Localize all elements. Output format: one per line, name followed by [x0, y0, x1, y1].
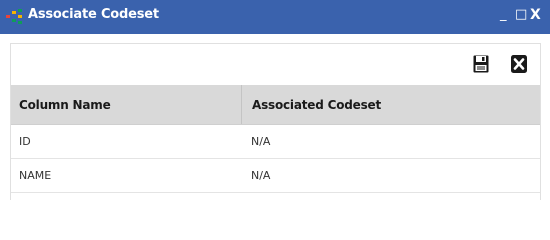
cell-associated-codeset[interactable]: N/A [241, 125, 540, 158]
close-box-icon[interactable] [511, 55, 527, 73]
column-header-column-name[interactable]: Column Name [11, 85, 241, 124]
title-bar: Associate Codeset _ □ X [0, 0, 550, 34]
cell-associated-codeset[interactable]: N/A [241, 159, 540, 192]
codeset-app-icon [6, 9, 22, 24]
cell-column-name: ID [19, 135, 31, 148]
floppy-disk-icon[interactable] [473, 55, 489, 73]
cell-column-name: NAME [19, 169, 52, 182]
codeset-panel: Column Name Associated Codeset ID N/A NA… [10, 43, 541, 200]
window-title: Associate Codeset [28, 7, 159, 22]
column-header-associated-codeset[interactable]: Associated Codeset [241, 85, 540, 124]
maximize-button[interactable]: □ [515, 5, 527, 25]
table-row[interactable]: NAME N/A [11, 159, 540, 193]
codeset-table: Column Name Associated Codeset ID N/A NA… [11, 85, 540, 193]
toolbar [11, 44, 540, 85]
table-header: Column Name Associated Codeset [11, 85, 540, 125]
table-row[interactable]: ID N/A [11, 125, 540, 159]
minimize-button[interactable]: _ [500, 5, 507, 25]
close-window-button[interactable]: X [530, 5, 541, 25]
